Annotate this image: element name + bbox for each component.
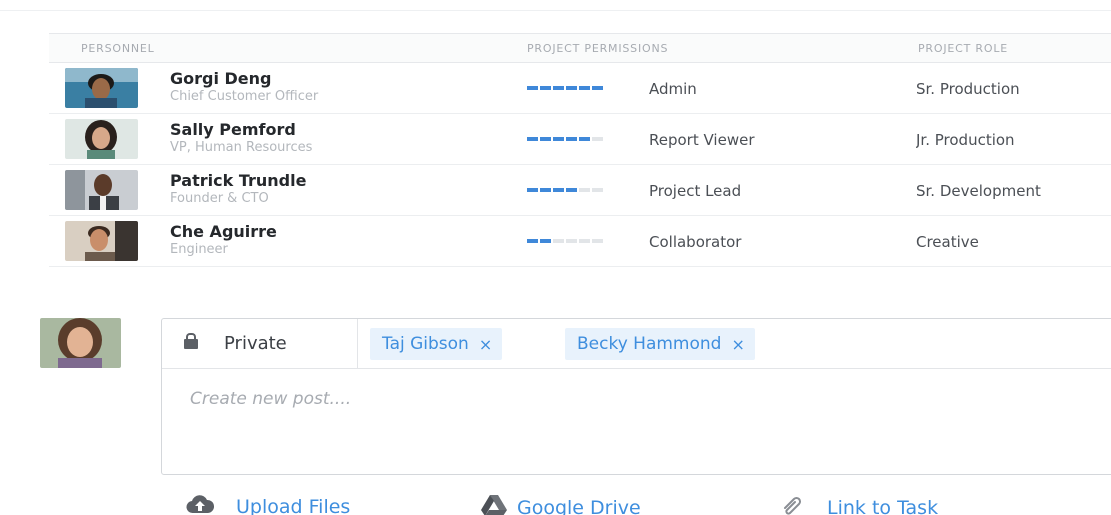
permission-segment-filled [540, 86, 551, 90]
permission-segment-empty [592, 188, 603, 192]
avatar [65, 119, 138, 159]
link-to-task-label: Link to Task [827, 496, 939, 515]
google-drive-icon [481, 494, 507, 515]
header-project-role: PROJECT ROLE [918, 42, 1009, 55]
permission-segment-filled [566, 86, 577, 90]
permission-segment-filled [553, 188, 564, 192]
permission-level-bar [527, 188, 603, 192]
person-name[interactable]: Sally Pemford [170, 120, 296, 139]
permission-segment-filled [527, 188, 538, 192]
permission-label[interactable]: Collaborator [649, 233, 741, 251]
close-icon[interactable]: × [479, 335, 492, 354]
permission-segment-filled [566, 137, 577, 141]
google-drive-label: Google Drive [517, 496, 641, 515]
permission-label[interactable]: Project Lead [649, 182, 741, 200]
person-title: VP, Human Resources [170, 140, 313, 155]
permission-segment-filled [527, 86, 538, 90]
composer-header: Private Taj Gibson × Becky Hammond × [162, 319, 1111, 369]
permission-segment-empty [579, 188, 590, 192]
person-name[interactable]: Che Aguirre [170, 222, 277, 241]
table-header: PERSONNEL PROJECT PERMISSIONS PROJECT RO… [49, 33, 1111, 63]
person-title: Engineer [170, 242, 228, 257]
permission-segment-empty [579, 239, 590, 243]
permission-label[interactable]: Admin [649, 80, 697, 98]
recipient-chip[interactable]: Becky Hammond × [565, 328, 755, 360]
person-title: Founder & CTO [170, 191, 269, 206]
permission-level-bar [527, 137, 603, 141]
upload-files-button[interactable]: Upload Files [186, 494, 350, 515]
project-role[interactable]: Jr. Production [916, 131, 1111, 149]
google-drive-button[interactable]: Google Drive [481, 494, 641, 515]
paperclip-icon [781, 494, 805, 515]
cloud-upload-icon [186, 494, 215, 515]
table-row[interactable]: Sally Pemford VP, Human Resources Report… [49, 114, 1111, 165]
current-user-avatar [40, 318, 121, 368]
permission-segment-empty [553, 239, 564, 243]
permission-segment-filled [540, 137, 551, 141]
lock-icon [184, 332, 198, 350]
permission-segment-filled [540, 188, 551, 192]
permission-segment-filled [553, 137, 564, 141]
top-divider [0, 10, 1111, 11]
project-role[interactable]: Sr. Production [916, 80, 1111, 98]
privacy-selector[interactable]: Private [162, 319, 358, 368]
recipient-name: Taj Gibson [382, 334, 469, 354]
person-name[interactable]: Patrick Trundle [170, 171, 306, 190]
close-icon[interactable]: × [731, 335, 744, 354]
header-project-permissions: PROJECT PERMISSIONS [527, 42, 669, 55]
permission-segment-filled [527, 239, 538, 243]
privacy-label: Private [224, 333, 287, 354]
permission-segment-filled [592, 86, 603, 90]
permission-segment-filled [553, 86, 564, 90]
recipient-chip[interactable]: Taj Gibson × [370, 328, 503, 360]
table-row[interactable]: Gorgi Deng Chief Customer Officer Admin … [49, 63, 1111, 114]
project-role[interactable]: Sr. Development [916, 182, 1111, 200]
new-post-input[interactable] [190, 389, 1070, 409]
project-role[interactable]: Creative [916, 233, 1111, 251]
permission-label[interactable]: Report Viewer [649, 131, 754, 149]
permission-segment-filled [566, 188, 577, 192]
avatar [65, 170, 138, 210]
person-name[interactable]: Gorgi Deng [170, 69, 272, 88]
header-personnel: PERSONNEL [81, 42, 155, 55]
table-row[interactable]: Patrick Trundle Founder & CTO Project Le… [49, 165, 1111, 216]
permission-segment-empty [566, 239, 577, 243]
permission-level-bar [527, 86, 603, 90]
upload-files-label: Upload Files [236, 495, 351, 515]
permission-segment-filled [579, 86, 590, 90]
post-composer: Private Taj Gibson × Becky Hammond × [161, 318, 1111, 475]
permission-segment-empty [592, 239, 603, 243]
person-title: Chief Customer Officer [170, 89, 319, 104]
personnel-table: PERSONNEL PROJECT PERMISSIONS PROJECT RO… [49, 33, 1111, 267]
avatar [65, 68, 138, 108]
permission-segment-filled [540, 239, 551, 243]
permission-segment-filled [527, 137, 538, 141]
recipient-name: Becky Hammond [577, 334, 722, 354]
link-to-task-button[interactable]: Link to Task [781, 494, 938, 515]
permission-level-bar [527, 239, 603, 243]
table-row[interactable]: Che Aguirre Engineer Collaborator Creati… [49, 216, 1111, 267]
permission-segment-empty [592, 137, 603, 141]
avatar [65, 221, 138, 261]
permission-segment-filled [579, 137, 590, 141]
